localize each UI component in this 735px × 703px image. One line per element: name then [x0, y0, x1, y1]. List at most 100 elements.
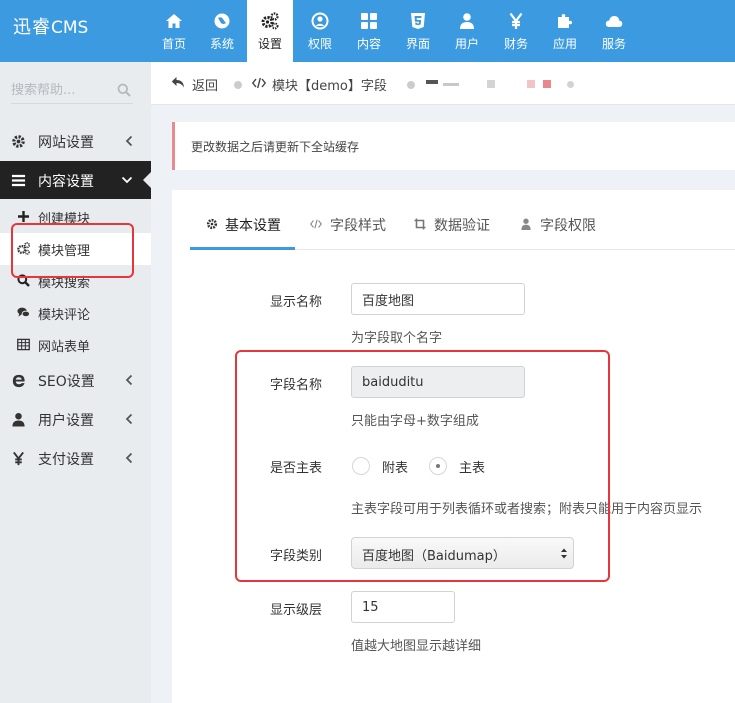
user-icon — [521, 218, 531, 230]
nav-item-permission[interactable]: 权限 — [297, 0, 343, 62]
nav-label: 服务 — [601, 37, 626, 51]
sidebar-subitem-module-comment[interactable]: 模块评论 — [0, 297, 151, 329]
user-icon — [12, 412, 25, 427]
yen-icon — [13, 451, 24, 466]
chevron-down-icon — [121, 176, 133, 184]
tab-basic[interactable]: 基本设置 — [190, 210, 295, 250]
code-icon — [310, 219, 322, 229]
nav-label: 界面 — [405, 37, 430, 51]
breadcrumb-separator — [234, 81, 242, 89]
nav-label: 首页 — [161, 37, 186, 51]
breadcrumb-separator — [407, 81, 415, 89]
menu-icon — [11, 174, 26, 187]
nav-item-interface[interactable]: 界面 — [395, 0, 441, 62]
tab-validate[interactable]: 数据验证 — [414, 210, 504, 250]
blurred-crumb — [443, 83, 459, 86]
tab-label: 字段权限 — [540, 218, 596, 234]
breadcrumb: 返回 模块【demo】字段 — [151, 62, 735, 105]
nav-item-finance[interactable]: 财务 — [493, 0, 539, 62]
html5-icon — [411, 13, 425, 29]
sidebar-item-seo-settings[interactable]: SEO设置 — [0, 361, 151, 399]
reply-icon — [171, 77, 184, 88]
sidebar-search — [11, 78, 133, 104]
grid-icon — [361, 13, 377, 29]
sidebar-item-content-settings[interactable]: 内容设置 — [0, 161, 151, 199]
nav-label: 用户 — [454, 37, 479, 51]
sidebar-subitem-site-form[interactable]: 网站表单 — [0, 329, 151, 361]
table-icon — [17, 338, 30, 351]
blurred-crumb — [543, 80, 551, 88]
blurred-crumb — [527, 80, 535, 88]
breadcrumb-current[interactable]: 模块【demo】字段 — [272, 75, 387, 94]
nav-item-settings[interactable]: 设置 — [247, 0, 293, 62]
highlight-box-sidebar — [11, 223, 134, 278]
sidebar-item-label: 模块评论 — [38, 308, 91, 323]
notice-alert: 更改数据之后请更新下全站缓存 — [172, 122, 735, 170]
sidebar-item-label: 网站设置 — [38, 135, 94, 151]
plus-icon — [18, 211, 29, 222]
user-circle-icon — [311, 12, 329, 30]
nav-item-home[interactable]: 首页 — [151, 0, 197, 62]
nav-label: 财务 — [503, 37, 528, 51]
crop-icon — [414, 218, 426, 230]
blurred-crumb — [426, 80, 438, 84]
tab-permission[interactable]: 字段权限 — [520, 210, 610, 250]
tab-label: 字段样式 — [330, 218, 386, 234]
nav-item-users[interactable]: 用户 — [444, 0, 490, 62]
nav-item-content[interactable]: 内容 — [346, 0, 392, 62]
nav-label: 内容 — [356, 37, 381, 51]
sidebar-item-label: 用户设置 — [38, 413, 94, 429]
cloud-icon — [605, 16, 623, 27]
highlight-box-form — [235, 350, 610, 582]
sidebar-item-label: 支付设置 — [38, 452, 94, 468]
nav-label: 应用 — [552, 37, 577, 51]
ie-icon — [12, 374, 25, 388]
display-name-help: 为字段取个名字 — [351, 331, 443, 346]
gear-icon — [206, 218, 218, 230]
brand-logo[interactable]: 迅睿CMS — [0, 0, 151, 62]
chevron-left-icon — [125, 452, 133, 464]
display-level-input[interactable] — [351, 591, 455, 623]
puzzle-icon — [558, 14, 572, 28]
brand-name: 迅睿 — [13, 17, 51, 38]
nav-item-services[interactable]: 服务 — [591, 0, 637, 62]
nav-item-system[interactable]: 系统 — [199, 0, 245, 62]
comments-icon — [17, 307, 30, 318]
home-icon — [166, 14, 182, 28]
back-link[interactable]: 返回 — [192, 75, 218, 94]
brand-suffix: CMS — [51, 18, 89, 38]
chevron-left-icon — [125, 135, 133, 147]
yen-icon — [509, 12, 523, 29]
display-name-input[interactable] — [351, 283, 525, 315]
nav-label: 系统 — [209, 37, 234, 51]
nav-item-apps[interactable]: 应用 — [542, 0, 588, 62]
sidebar-item-label: 内容设置 — [38, 174, 94, 190]
top-bar: 迅睿CMS 首页 系统 设置 权限 内容 界面 用户 财务 应用 服务 — [0, 0, 735, 62]
tab-label: 基本设置 — [225, 218, 281, 234]
tab-label: 数据验证 — [434, 218, 490, 234]
sidebar-item-site-settings[interactable]: 网站设置 — [0, 122, 151, 160]
sidebar-item-label: SEO设置 — [38, 374, 95, 390]
user-icon — [460, 13, 474, 29]
sidebar-item-user-settings[interactable]: 用户设置 — [0, 400, 151, 438]
display-level-help: 值越大地图显示越详细 — [351, 639, 482, 654]
nav-label: 设置 — [257, 37, 282, 51]
code-icon — [252, 77, 266, 89]
gear-icon — [12, 135, 25, 148]
chevron-left-icon — [125, 374, 133, 386]
nav-label: 权限 — [307, 37, 332, 51]
gears-icon — [261, 12, 279, 30]
breadcrumb-separator — [567, 81, 574, 88]
chevron-left-icon — [125, 413, 133, 425]
display-name-label: 显示名称 — [269, 295, 322, 310]
search-input[interactable] — [11, 78, 111, 102]
display-level-label: 显示级层 — [269, 603, 322, 618]
search-icon[interactable] — [117, 83, 131, 97]
tab-bar: 基本设置 字段样式 数据验证 字段权限 — [190, 210, 735, 250]
sidebar-item-label: 网站表单 — [38, 340, 91, 355]
blurred-crumb — [487, 80, 495, 88]
tab-style[interactable]: 字段样式 — [310, 210, 400, 250]
globe-icon — [214, 13, 230, 29]
notice-text: 更改数据之后请更新下全站缓存 — [191, 140, 360, 154]
sidebar-item-pay-settings[interactable]: 支付设置 — [0, 439, 151, 477]
